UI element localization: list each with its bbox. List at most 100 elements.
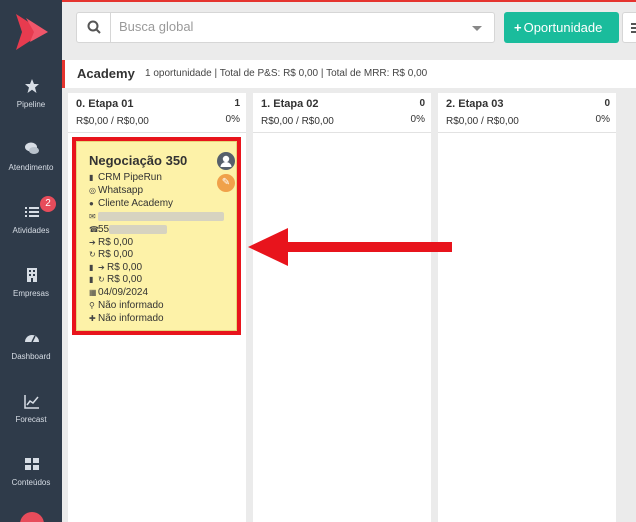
deal-person-row: ● Cliente Academy [89, 198, 173, 210]
sidebar-item-label: Dashboard [11, 352, 51, 361]
sidebar-item-label: Conteúdos [11, 478, 51, 487]
deal-value-mrr-row: ↻ R$ 0,00 [89, 249, 133, 261]
stage-title: 2. Etapa 03 [446, 98, 504, 110]
refresh-icon: ↻ [89, 250, 96, 259]
target-icon: ◎ [89, 186, 96, 195]
search-icon [87, 20, 101, 34]
arrow-right-icon: ➔ [98, 263, 105, 272]
plus-icon: + [514, 20, 522, 35]
pipeline-name[interactable]: Academy [77, 66, 135, 81]
deal-phone-prefix: 55 [98, 224, 110, 235]
list-icon [25, 207, 39, 217]
stage-percent: 0% [410, 114, 425, 125]
deal-date-row: ▦04/09/2024 [89, 287, 148, 299]
hamburger-icon [631, 23, 636, 25]
sidebar-item-forecast[interactable]: Forecast [0, 381, 62, 443]
deal-segment: Não informado [98, 313, 164, 324]
building-icon [27, 268, 37, 282]
building-icon: ▮ [89, 173, 94, 182]
sidebar: Pipeline Atendimento 2 Atividades Empres… [0, 0, 62, 522]
deal-doc-mrr-row: ▮ ↻ R$ 0,00 [89, 274, 142, 286]
deal-card[interactable]: Negociação 350 ✎ ▮ CRM PipeRun ◎ Whatsapp … [76, 141, 237, 331]
stage-header: 2. Etapa 03 0 R$0,00 / R$0,00 0% [438, 93, 616, 133]
deal-title[interactable]: Negociação 350 [89, 153, 187, 168]
sidebar-item-label: Empresas [12, 289, 49, 298]
stage-title: 1. Etapa 02 [261, 98, 319, 110]
annotation-arrow-icon [248, 228, 452, 266]
card-highlight: Negociação 350 ✎ ▮ CRM PipeRun ◎ Whatsapp … [72, 137, 241, 335]
deal-origin-row: ◎ Whatsapp [89, 185, 143, 197]
stage-total: R$0,00 / R$0,00 [76, 116, 149, 127]
stage-header: 0. Etapa 01 1 R$0,00 / R$0,00 0% [68, 93, 246, 133]
sidebar-item-empresas[interactable]: Empresas [0, 255, 62, 317]
chat-icon [25, 142, 39, 154]
dashboard-icon [25, 335, 39, 343]
search-button[interactable] [77, 13, 111, 42]
deal-email-row: ✉ [89, 211, 224, 223]
app-logo[interactable] [0, 0, 62, 62]
add-opportunity-button[interactable]: + Oportunidade [504, 12, 619, 43]
sidebar-item-conteudos[interactable]: Conteúdos [0, 444, 62, 506]
stage-column: 2. Etapa 03 0 R$0,00 / R$0,00 0% [438, 93, 616, 522]
person-icon: ● [89, 199, 94, 208]
sidebar-item-label: Atividades [12, 226, 50, 235]
star-icon [25, 79, 39, 93]
deal-doc-mrr: R$ 0,00 [107, 274, 143, 285]
add-opportunity-label: Oportunidade [523, 20, 603, 35]
phone-icon: ☎ [89, 225, 99, 234]
logo-mark-icon [16, 14, 48, 50]
user-avatar[interactable] [20, 512, 44, 522]
deal-date: 04/09/2024 [98, 287, 149, 298]
sidebar-item-label: Pipeline [16, 100, 46, 109]
stage-percent: 0% [225, 114, 240, 125]
deal-location-row: ⚲ Não informado [89, 300, 164, 312]
sidebar-item-label: Forecast [15, 415, 47, 424]
map-pin-icon: ⚲ [89, 301, 95, 310]
sidebar-item-label: Atendimento [8, 163, 54, 172]
puzzle-icon: ✚ [89, 314, 96, 323]
file-icon: ▮ [89, 275, 94, 284]
topbar: Busca global + Oportunidade [62, 0, 636, 53]
stage-count: 0 [419, 98, 425, 109]
deal-company-row: ▮ CRM PipeRun [89, 172, 162, 184]
stage-title: 0. Etapa 01 [76, 98, 134, 110]
global-search[interactable]: Busca global [76, 12, 495, 43]
sidebar-item-atividades[interactable]: 2 Atividades [0, 192, 62, 254]
deal-segment-row: ✚ Não informado [89, 313, 164, 325]
chevron-down-icon[interactable] [472, 26, 482, 31]
deal-value-ps-row: ➔ R$ 0,00 [89, 237, 133, 249]
stage-total: R$0,00 / R$0,00 [261, 116, 334, 127]
deal-value-ps: R$ 0,00 [98, 237, 134, 248]
stage-column: 1. Etapa 02 0 R$0,00 / R$0,00 0% [253, 93, 431, 522]
deal-value-mrr: R$ 0,00 [98, 249, 134, 260]
sidebar-item-atendimento[interactable]: Atendimento [0, 129, 62, 191]
stage-total: R$0,00 / R$0,00 [446, 116, 519, 127]
search-input[interactable]: Busca global [119, 19, 193, 34]
sidebar-item-dashboard[interactable]: Dashboard [0, 318, 62, 380]
sidebar-item-pipeline[interactable]: Pipeline [0, 66, 62, 128]
user-icon[interactable] [217, 152, 235, 170]
deal-phone-row: ☎55 [89, 224, 168, 236]
notification-badge: 2 [40, 196, 56, 212]
stage-header: 1. Etapa 02 0 R$0,00 / R$0,00 0% [253, 93, 431, 133]
grid-icon [25, 458, 39, 470]
file-icon: ▮ [89, 263, 94, 272]
stage-percent: 0% [595, 114, 610, 125]
deal-origin: Whatsapp [98, 185, 144, 196]
deal-doc-ps-row: ▮ ➔ R$ 0,00 [89, 262, 142, 274]
arrow-right-icon: ➔ [89, 238, 96, 247]
chart-line-icon [24, 395, 39, 409]
refresh-icon: ↻ [98, 275, 105, 284]
redacted-phone [109, 224, 168, 234]
pipeline-header: Academy 1 oportunidade | Total de P&S: R… [62, 60, 636, 88]
pencil-icon[interactable]: ✎ [217, 174, 235, 192]
deal-company: CRM PipeRun [98, 172, 162, 183]
calendar-icon: ▦ [89, 288, 97, 297]
menu-button[interactable] [622, 12, 636, 43]
deal-person: Cliente Academy [98, 198, 174, 209]
envelope-icon: ✉ [89, 212, 96, 221]
deal-location: Não informado [98, 300, 164, 311]
deal-doc-ps: R$ 0,00 [107, 262, 143, 273]
stage-count: 0 [604, 98, 610, 109]
redacted-email [98, 211, 224, 221]
